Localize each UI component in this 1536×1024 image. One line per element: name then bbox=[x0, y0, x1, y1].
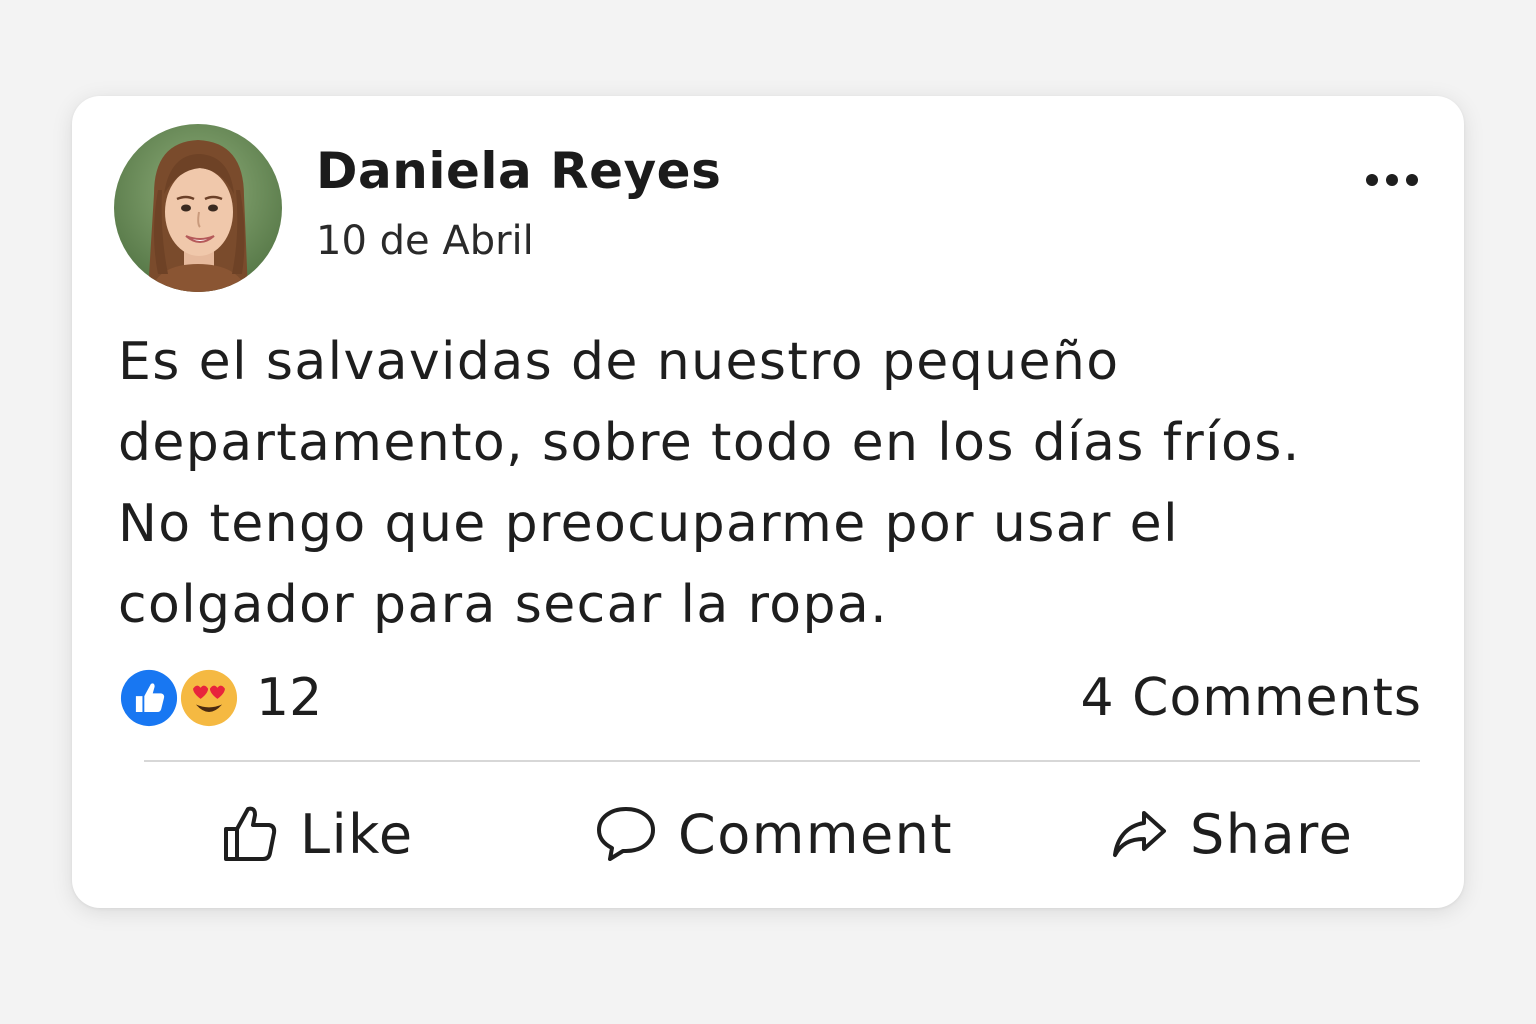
post-text-line: Es el salvavidas de nuestro pequeño bbox=[118, 332, 1120, 392]
like-button[interactable]: Like bbox=[222, 782, 414, 886]
avatar-photo bbox=[114, 124, 282, 292]
more-options-button[interactable] bbox=[1360, 160, 1424, 200]
post-text-line: departamento, sobre todo en los días frí… bbox=[118, 413, 1301, 473]
share-label: Share bbox=[1190, 802, 1354, 866]
post-date[interactable]: 10 de Abril bbox=[316, 218, 534, 264]
comment-count-link[interactable]: 4 Comments bbox=[1081, 666, 1422, 730]
avatar[interactable] bbox=[114, 124, 282, 292]
like-label: Like bbox=[300, 802, 414, 866]
speech-bubble-icon bbox=[597, 807, 655, 861]
post-text-line: colgador para secar la ropa. bbox=[118, 575, 889, 635]
comment-button[interactable]: Comment bbox=[596, 782, 953, 886]
author-name[interactable]: Daniela Reyes bbox=[316, 142, 721, 200]
post-card: Daniela Reyes 10 de Abril Es el salvavid… bbox=[72, 96, 1464, 908]
reaction-count: 12 bbox=[256, 668, 323, 728]
share-button[interactable]: Share bbox=[1112, 782, 1353, 886]
post-body: Es el salvavidas de nuestro pequeño depa… bbox=[118, 322, 1438, 646]
thumbs-up-icon bbox=[224, 806, 277, 861]
post-text-line: No tengo que preocuparme por usar el bbox=[118, 494, 1179, 554]
divider bbox=[144, 760, 1420, 762]
reactions-summary[interactable]: 12 bbox=[118, 666, 322, 730]
action-bar: Like Comment Share bbox=[72, 782, 1464, 886]
share-arrow-icon bbox=[1113, 811, 1166, 857]
more-horizontal-icon bbox=[1366, 174, 1418, 186]
like-reaction-icon bbox=[118, 667, 180, 729]
comment-label: Comment bbox=[678, 802, 954, 866]
love-eyes-reaction-icon bbox=[178, 667, 240, 729]
